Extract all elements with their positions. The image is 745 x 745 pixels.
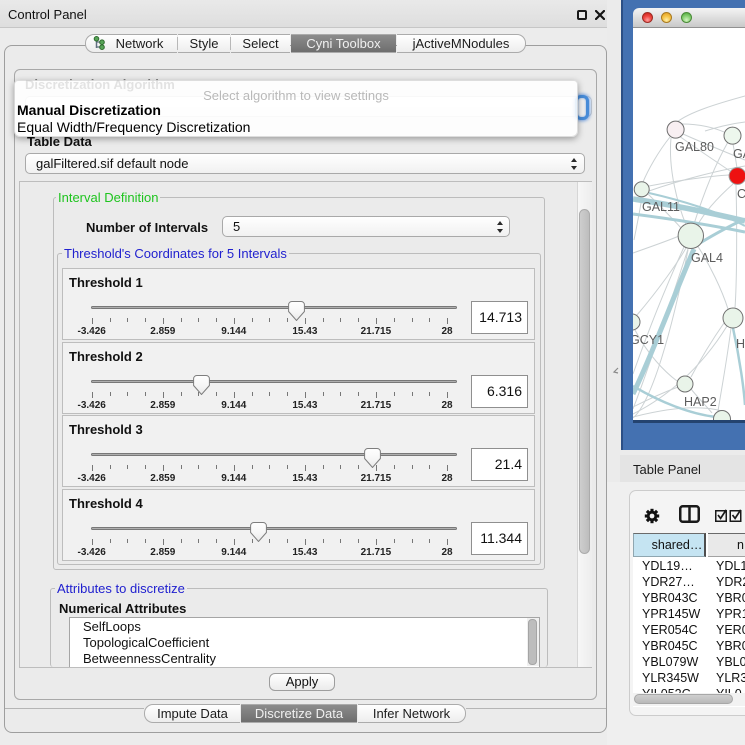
svg-text:GAL4: GAL4 <box>691 251 723 265</box>
svg-text:GAL80: GAL80 <box>675 140 714 154</box>
svg-text:GCY1: GCY1 <box>633 333 664 347</box>
svg-text:C: C <box>737 187 745 201</box>
svg-text:GA: GA <box>733 147 745 161</box>
svg-text:HAP2: HAP2 <box>684 395 717 409</box>
svg-text:GAL11: GAL11 <box>642 200 680 214</box>
svg-text:H: H <box>736 337 745 351</box>
